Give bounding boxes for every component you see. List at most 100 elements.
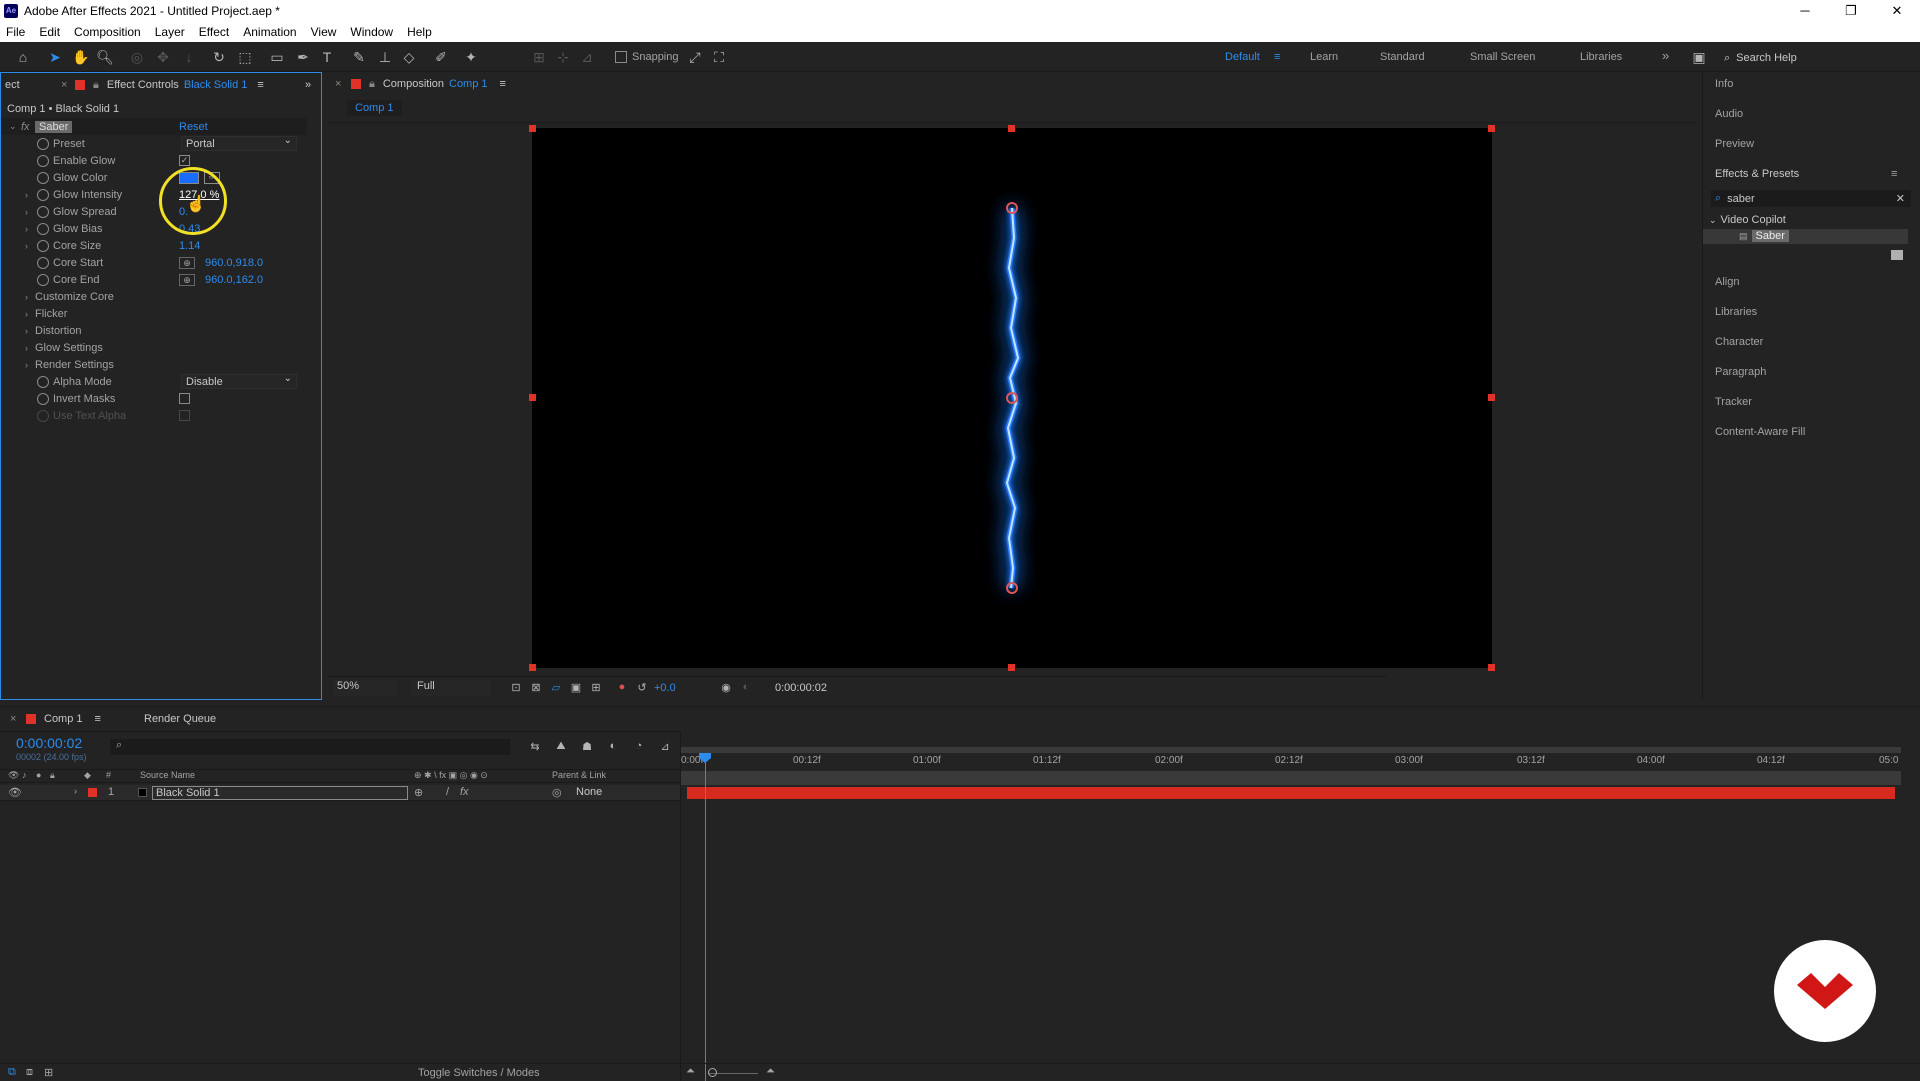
content-aware-fill-panel[interactable]: Content-Aware Fill [1715, 426, 1805, 438]
twirl-icon[interactable]: › [25, 224, 28, 234]
workspace-overflow-icon[interactable]: » [1662, 48, 1669, 63]
timeline-comp-tab[interactable]: Comp 1 ≡ [26, 707, 101, 731]
reset-exposure-icon[interactable]: ↺ [633, 678, 651, 696]
tab-close-icon[interactable]: × [335, 72, 341, 96]
stopwatch-icon[interactable] [37, 375, 49, 388]
region-of-interest-icon[interactable]: ▣ [567, 678, 585, 696]
snapping-checkbox[interactable] [615, 51, 627, 63]
search-help-field[interactable]: ⌕ Search Help [1724, 49, 1916, 67]
transfer-controls-pane-icon[interactable]: ⧈ [26, 1066, 33, 1079]
workspace-menu-icon[interactable]: ≡ [1274, 51, 1280, 63]
grid-guides-icon[interactable]: ⊞ [587, 678, 605, 696]
preset-dropdown[interactable]: Portal [181, 135, 297, 151]
axis-world-icon[interactable]: ⊹ [554, 48, 572, 66]
panel-layout-icon[interactable]: ▣ [1690, 48, 1708, 66]
toggle-switches-modes[interactable]: Toggle Switches / Modes [418, 1067, 540, 1079]
core-size-value[interactable]: 1.14 [179, 240, 200, 252]
layer-handle-bottom-right[interactable] [1488, 664, 1495, 671]
core-start-value[interactable]: 960.0,918.0 [205, 257, 263, 269]
paragraph-panel[interactable]: Paragraph [1715, 366, 1766, 378]
collapse-switch-icon[interactable]: ⊕ [414, 786, 423, 799]
tracker-panel[interactable]: Tracker [1715, 396, 1752, 408]
effect-controls-tab-layer[interactable]: Black Solid 1 [184, 79, 248, 91]
audio-panel[interactable]: Audio [1715, 108, 1743, 120]
menu-animation[interactable]: Animation [243, 25, 296, 39]
panel-menu-icon[interactable]: ≡ [1891, 168, 1897, 180]
info-panel[interactable]: Info [1715, 78, 1733, 90]
motion-blur-icon[interactable]: ◔ [630, 737, 648, 755]
show-snapshot-icon[interactable]: ◐ [737, 678, 755, 696]
layer-name[interactable]: Black Solid 1 [152, 786, 408, 800]
menu-view[interactable]: View [311, 25, 337, 39]
layer-handle-bottom[interactable] [1008, 664, 1015, 671]
eye-icon[interactable]: 👁︎ [8, 786, 22, 799]
enable-glow-checkbox[interactable]: ✓ [179, 155, 190, 166]
core-end-point-icon[interactable] [1006, 582, 1018, 594]
effect-name[interactable]: Saber [35, 120, 73, 133]
composition-tab[interactable]: 🔒︎ Composition Comp 1 ≡ [351, 72, 506, 96]
video-copilot-category[interactable]: ⌄ Video Copilot [1709, 214, 1786, 226]
shy-layers-icon[interactable]: ☗ [578, 737, 596, 755]
resolution-dropdown[interactable]: Full [411, 680, 491, 696]
quality-switch-icon[interactable]: / [446, 786, 449, 798]
anchor-point-icon[interactable] [1006, 392, 1018, 404]
menu-layer[interactable]: Layer [155, 25, 185, 39]
menu-file[interactable]: File [6, 25, 25, 39]
effects-search-input[interactable]: saber [1727, 193, 1755, 205]
pen-tool-icon[interactable]: ✒ [294, 48, 312, 66]
character-panel[interactable]: Character [1715, 336, 1763, 348]
source-name-header[interactable]: Source Name [140, 770, 195, 780]
exposure-value[interactable]: +0.0 [654, 682, 676, 694]
stopwatch-icon[interactable] [37, 222, 49, 235]
glow-settings-group[interactable]: Glow Settings [35, 342, 103, 354]
pan-camera-icon[interactable]: ✥ [154, 48, 172, 66]
new-folder-icon[interactable] [1891, 250, 1903, 260]
layer-search-input[interactable]: ⌕ [110, 739, 510, 755]
align-panel[interactable]: Align [1715, 276, 1739, 288]
workspace-learn[interactable]: Learn [1310, 51, 1338, 63]
core-start-point-icon[interactable] [1006, 202, 1018, 214]
zoom-tool-icon[interactable]: 🔍︎ [96, 48, 114, 66]
selection-tool-icon[interactable]: ➤ [46, 48, 64, 66]
effect-controls-tab[interactable]: 🔒︎ Effect Controls Black Solid 1 ≡ [75, 73, 264, 97]
flicker-group[interactable]: Flicker [35, 308, 67, 320]
stopwatch-icon[interactable] [37, 273, 49, 286]
stopwatch-icon[interactable] [37, 205, 49, 218]
workspace-small-screen[interactable]: Small Screen [1470, 51, 1535, 63]
home-icon[interactable]: ⌂ [14, 48, 32, 66]
effects-presets-panel[interactable]: Effects & Presets [1715, 168, 1799, 180]
invert-masks-checkbox[interactable] [179, 393, 190, 404]
rotation-tool-icon[interactable]: ↻ [210, 48, 228, 66]
point-crosshair-icon[interactable]: ⊕ [179, 256, 195, 269]
orbit-camera-icon[interactable]: ◎ [128, 48, 146, 66]
layer-twirl-icon[interactable]: › [74, 786, 77, 796]
stopwatch-icon[interactable] [37, 188, 49, 201]
stopwatch-icon[interactable] [37, 392, 49, 405]
stopwatch-icon[interactable] [37, 171, 49, 184]
in-out-pane-icon[interactable]: ⊞ [44, 1066, 53, 1079]
fx-icon[interactable]: fx [21, 121, 30, 133]
menu-window[interactable]: Window [350, 25, 393, 39]
frame-blending-icon[interactable]: ◐ [604, 737, 622, 755]
layer-handle-top[interactable] [1008, 125, 1015, 132]
axis-view-icon[interactable]: ⊿ [578, 48, 596, 66]
close-button[interactable]: ✕ [1874, 0, 1920, 21]
graph-editor-icon[interactable]: ⊿ [656, 737, 674, 755]
layer-handle-right[interactable] [1488, 394, 1495, 401]
zoom-dropdown[interactable]: 50% [333, 680, 397, 696]
menu-help[interactable]: Help [407, 25, 432, 39]
snap-features-icon[interactable]: ⛶ [710, 48, 728, 66]
distortion-group[interactable]: Distortion [35, 325, 81, 337]
twirl-icon[interactable]: › [25, 309, 28, 319]
twirl-icon[interactable]: › [25, 292, 28, 302]
roto-brush-tool-icon[interactable]: ✐ [432, 48, 450, 66]
stopwatch-icon[interactable] [37, 256, 49, 269]
saber-effect-item[interactable]: ▤ Saber [1739, 230, 1789, 242]
menu-effect[interactable]: Effect [199, 25, 229, 39]
twirl-icon[interactable]: › [25, 241, 28, 251]
clear-search-icon[interactable]: ✕ [1896, 192, 1905, 205]
point-crosshair-icon[interactable]: ⊕ [179, 273, 195, 286]
clone-stamp-tool-icon[interactable]: ⊥ [376, 48, 394, 66]
libraries-panel[interactable]: Libraries [1715, 306, 1757, 318]
puppet-tool-icon[interactable]: ✦ [462, 48, 480, 66]
